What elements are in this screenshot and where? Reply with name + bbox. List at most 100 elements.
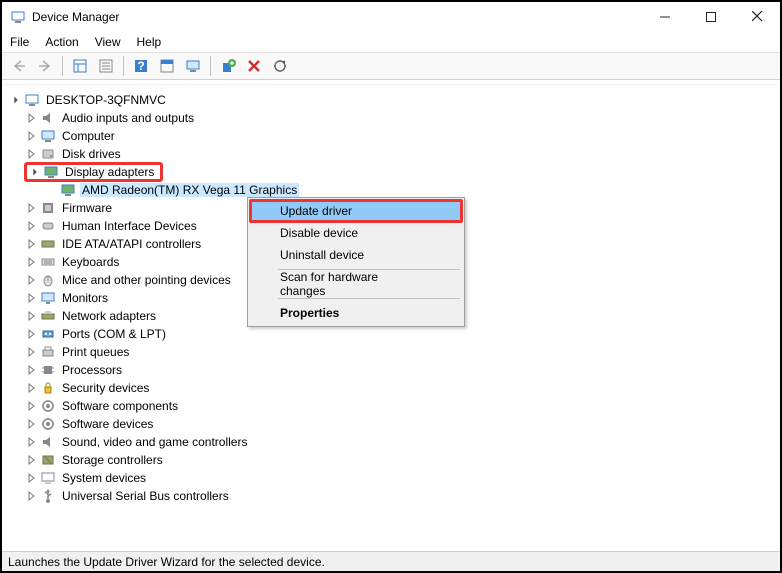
menu-file[interactable]: File [10,35,29,49]
network-icon [40,308,56,324]
software-icon [40,398,56,414]
tree-node-label[interactable]: System devices [60,471,148,485]
tree-node-label[interactable]: Network adapters [60,309,158,323]
tree-root-label[interactable]: DESKTOP-3QFNMVC [44,93,168,107]
context-menu-item[interactable]: Update driver [249,199,463,223]
toolbar-scan-button[interactable] [269,55,291,77]
menu-help[interactable]: Help [137,35,162,49]
tree-node-label[interactable]: Display adapters [63,165,156,179]
expand-icon[interactable] [24,345,38,359]
tree-node-label[interactable]: Disk drives [60,147,123,161]
audio-icon [40,434,56,450]
tree-node-label[interactable]: Processors [60,363,124,377]
firmware-icon [40,200,56,216]
context-menu-separator [278,298,460,299]
context-menu-item[interactable]: Disable device [250,222,462,244]
expand-icon[interactable] [24,453,38,467]
menu-view[interactable]: View [95,35,121,49]
context-menu-item[interactable]: Properties [250,302,462,324]
toolbar-show-button[interactable] [69,55,91,77]
tree-node-label[interactable]: Storage controllers [60,453,165,467]
tree-node-label[interactable]: IDE ATA/ATAPI controllers [60,237,203,251]
context-menu-item[interactable]: Uninstall device [250,244,462,266]
toolbar-separator [62,56,63,76]
minimize-button[interactable] [642,2,688,32]
expand-icon[interactable] [24,489,38,503]
toolbar: ? [2,52,780,80]
storage-icon [40,452,56,468]
tree-node-label[interactable]: Human Interface Devices [60,219,199,233]
display-icon [43,164,59,180]
expand-icon[interactable] [24,327,38,341]
expand-icon[interactable] [24,417,38,431]
tree-node-label[interactable]: Computer [60,129,117,143]
expand-icon[interactable] [24,291,38,305]
expand-icon[interactable] [24,237,38,251]
toolbar-remote-button[interactable] [182,55,204,77]
expand-icon[interactable] [24,219,38,233]
window-title: Device Manager [32,10,642,24]
expand-icon[interactable] [24,129,38,143]
expand-icon[interactable] [24,471,38,485]
toolbar-update-driver-button[interactable] [217,55,239,77]
expand-icon[interactable] [24,363,38,377]
expand-icon[interactable] [24,147,38,161]
tree-node-label[interactable]: Mice and other pointing devices [60,273,233,287]
toolbar-properties-button[interactable] [95,55,117,77]
expand-icon[interactable] [24,111,38,125]
tree-node-label[interactable]: Sound, video and game controllers [60,435,249,449]
display-icon [60,182,76,198]
tree-node-label[interactable]: AMD Radeon(TM) RX Vega 11 Graphics [80,183,299,197]
toolbar-separator [210,56,211,76]
toolbar-uninstall-button[interactable] [243,55,265,77]
tree-node-label[interactable]: Firmware [60,201,114,215]
expand-icon[interactable] [24,309,38,323]
software-icon [40,416,56,432]
audio-icon [40,110,56,126]
toolbar-forward-button[interactable] [34,55,56,77]
system-icon [40,470,56,486]
printer-icon [40,344,56,360]
toolbar-help-button[interactable]: ? [130,55,152,77]
ide-icon [40,236,56,252]
expand-icon[interactable] [44,183,58,197]
security-icon [40,380,56,396]
expand-icon[interactable] [8,93,22,107]
hid-icon [40,218,56,234]
expand-icon[interactable] [24,273,38,287]
expand-icon[interactable] [24,399,38,413]
maximize-button[interactable] [688,2,734,32]
computer-icon [24,92,40,108]
usb-icon [40,488,56,504]
tree-node-label[interactable]: Software devices [60,417,155,431]
context-menu-item[interactable]: Scan for hardware changes [250,273,462,295]
tree-node-label[interactable]: Ports (COM & LPT) [60,327,168,341]
cpu-icon [40,362,56,378]
mouse-icon [40,272,56,288]
expand-icon[interactable] [24,255,38,269]
keyboard-icon [40,254,56,270]
toolbar-back-button[interactable] [8,55,30,77]
tree-node-label[interactable]: Software components [60,399,180,413]
expand-icon[interactable] [24,201,38,215]
tree-node-label[interactable]: Audio inputs and outputs [60,111,196,125]
status-text: Launches the Update Driver Wizard for th… [8,555,325,569]
toolbar-separator [123,56,124,76]
window-controls [642,2,780,32]
close-button[interactable] [734,2,780,32]
expand-icon[interactable] [24,435,38,449]
menu-action[interactable]: Action [45,35,78,49]
tree-node-label[interactable]: Security devices [60,381,151,395]
toolbar-options-button[interactable] [156,55,178,77]
tree-node-label[interactable]: Print queues [60,345,131,359]
computer-icon [40,128,56,144]
highlighted-node: Display adapters [24,162,163,182]
monitor-icon [40,290,56,306]
tree-node-label[interactable]: Monitors [60,291,110,305]
expand-icon[interactable] [24,381,38,395]
expand-icon[interactable] [27,165,41,179]
tree-node-label[interactable]: Universal Serial Bus controllers [60,489,231,503]
status-bar: Launches the Update Driver Wizard for th… [2,551,780,571]
tree-node-label[interactable]: Keyboards [60,255,121,269]
port-icon [40,326,56,342]
